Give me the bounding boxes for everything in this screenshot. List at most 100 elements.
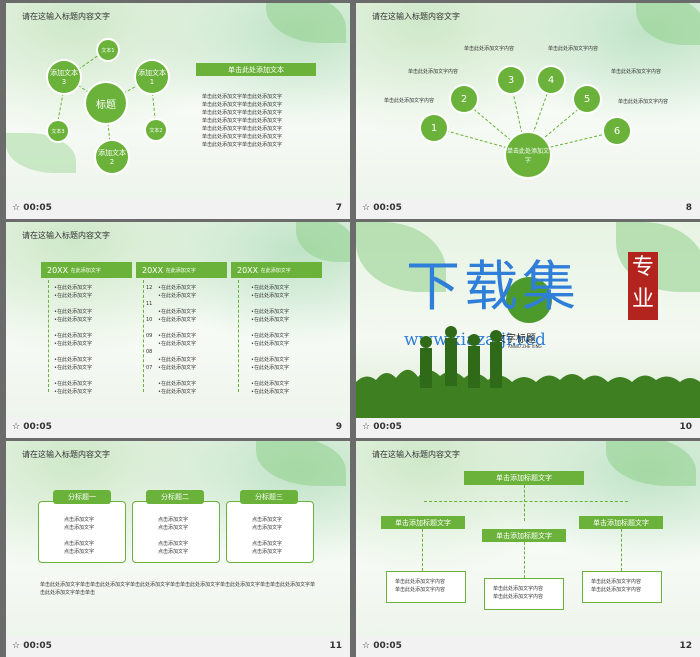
- node-circle[interactable]: 添加文本2: [96, 141, 128, 173]
- connector: [621, 529, 622, 571]
- transition-time: ☆ 00:05: [12, 641, 52, 651]
- thumbnail-footer: ☆ 00:05 9: [6, 418, 350, 438]
- thumbnail-footer: ☆ 00:05 11: [6, 637, 350, 657]
- label-text: 单击此处添加文字内容: [464, 46, 515, 52]
- number-circle-4[interactable]: 4: [538, 67, 564, 93]
- label-text: 单击此处添加文字内容: [548, 46, 599, 52]
- slide-header: 请在这输入标题内容文字: [22, 450, 110, 459]
- slide-thumbnail-12[interactable]: 请在这输入标题内容文字 单击添加标题文字 单击添加标题文字 单击添加标题文字 单…: [356, 441, 700, 657]
- label-text: 单击此处添加文字内容: [408, 69, 459, 75]
- text-line: 单击此处添加文字单击此处添加文字: [202, 102, 283, 108]
- seal-stamp: 专业: [628, 252, 658, 320]
- slide-header: 请在这输入标题内容文字: [22, 231, 110, 240]
- divider: [48, 280, 49, 392]
- column-list: •在此处添加文字 •在此处添加文字 •在此处添加文字 •在此处添加文字 •在此处添加…: [251, 285, 289, 395]
- node-circle[interactable]: 添加文本1: [136, 61, 168, 93]
- node-text: 添加文本2: [98, 149, 126, 166]
- node-text: 文本1: [101, 47, 115, 54]
- label-text: 单击此处添加文字内容: [618, 99, 669, 105]
- slide-canvas: 请在这输入标题内容文字 标题 添加文本3 添加文本1 文本2 添加文本2 文本3…: [6, 3, 350, 199]
- text-line: 单击此处添加文字单击此处添加文字: [202, 126, 283, 132]
- mid-title-box[interactable]: 单击添加标题文字: [482, 529, 566, 542]
- slide-canvas: 请在这输入标题内容文字 1 2 3 4 5 6 单击此处添加文字 单击此处添加文…: [356, 3, 700, 199]
- number-circle-3[interactable]: 3: [498, 67, 524, 93]
- label-text: 单击此处添加文字内容: [611, 69, 662, 75]
- node-circle[interactable]: 文本3: [48, 121, 68, 141]
- connector: [422, 529, 423, 571]
- text-title-bar[interactable]: 单击此处添加文本: [196, 63, 316, 76]
- mid-title-box[interactable]: 单击添加标题文字: [381, 516, 465, 529]
- column-header[interactable]: 20XX 在此添加文字: [41, 262, 132, 278]
- column-header[interactable]: 20XX 在此添加文字: [136, 262, 227, 278]
- slide-thumbnail-8[interactable]: 请在这输入标题内容文字 1 2 3 4 5 6 单击此处添加文字 单击此处添加文…: [356, 3, 700, 219]
- slide-number: 12: [679, 641, 692, 651]
- text-line: 单击此处添加文字单击此处添加文字: [202, 118, 283, 124]
- transition-time: ☆ 00:05: [12, 422, 52, 432]
- divider: [238, 280, 239, 392]
- subtitle-label[interactable]: 分标题一: [53, 490, 111, 504]
- node-circle[interactable]: 文本1: [98, 40, 118, 60]
- node-text: 添加文本1: [138, 69, 166, 86]
- slide-number: 7: [335, 203, 342, 213]
- slide-canvas: 请在这输入标题内容文字 单击添加标题文字 单击添加标题文字 单击添加标题文字 单…: [356, 441, 700, 637]
- slide-thumbnail-7[interactable]: 请在这输入标题内容文字 标题 添加文本3 添加文本1 文本2 添加文本2 文本3…: [6, 3, 350, 219]
- slide-thumbnail-11[interactable]: 请在这输入标题内容文字 分标题一 分标题二 分标题三 点击添加文字 点击添加文字 …: [6, 441, 350, 657]
- number-circle-5[interactable]: 5: [574, 86, 600, 112]
- label-text: 单击此处添加文字内容: [384, 98, 435, 104]
- number-circle-6[interactable]: 6: [604, 118, 630, 144]
- thumbnail-footer: ☆ 00:05 12: [356, 637, 700, 657]
- footer-paragraph: 单击此处添加文字单击单击此处添加文字单击此处添加文字单击单击此处添加文字单击此处…: [40, 582, 316, 596]
- slide-number: 9: [335, 422, 342, 432]
- transition-time: ☆ 00:05: [12, 203, 52, 213]
- column-list: •在此处添加文字 •在此处添加文字 •在此处添加文字 •在此处添加文字 •在此处添加…: [54, 285, 92, 395]
- leaf-box[interactable]: 单击此处添加文字内容 单击此处添加文字内容: [582, 571, 662, 603]
- center-title-text: 标题: [96, 99, 116, 111]
- top-title-box[interactable]: 单击添加标题文字: [464, 471, 584, 485]
- text-line: 单击此处添加文字单击此处添加文字: [202, 142, 283, 148]
- box-text: 点击添加文字 点击添加文字 点击添加文字 点击添加文字: [252, 517, 283, 555]
- row-numbers: 12 11 10 09 08 07: [146, 285, 153, 371]
- center-circle[interactable]: 单击此处添加文字: [506, 133, 550, 177]
- slide-thumbnail-10[interactable]: 下载集 专业 www.xiazaiji.red 文字标题 ANNIU ZHE X…: [356, 222, 700, 438]
- leaf-decoration: [256, 441, 346, 486]
- slide-number: 11: [329, 641, 342, 651]
- connector: [524, 485, 525, 521]
- node-circle[interactable]: 文本2: [146, 120, 166, 140]
- text-line: 单击此处添加文字单击此处添加文字: [202, 110, 283, 116]
- mid-title-box[interactable]: 单击添加标题文字: [579, 516, 663, 529]
- slide-number: 10: [679, 422, 692, 432]
- node-circle[interactable]: 添加文本3: [48, 61, 80, 93]
- subtitle-label[interactable]: 分标题三: [240, 490, 298, 504]
- column-header[interactable]: 20XX 在此添加文字: [231, 262, 322, 278]
- center-title-circle[interactable]: 标题: [86, 83, 126, 123]
- box-text: 点击添加文字 点击添加文字 点击添加文字 点击添加文字: [158, 517, 189, 555]
- thumbnail-footer: ☆ 00:05 7: [6, 199, 350, 219]
- text-line: 单击此处添加文字单击此处添加文字: [202, 94, 283, 100]
- text-title: 单击此处添加文本: [228, 65, 284, 74]
- leaf-decoration: [296, 222, 350, 262]
- slide-thumbnail-9[interactable]: 请在这输入标题内容文字 20XX 在此添加文字 20XX 在此添加文字 20XX…: [6, 222, 350, 438]
- leaf-box[interactable]: 单击此处添加文字内容 单击此处添加文字内容: [386, 571, 466, 603]
- thumbnail-footer: ☆ 00:05 8: [356, 199, 700, 219]
- transition-time: ☆ 00:05: [362, 203, 402, 213]
- subtitle-label[interactable]: 分标题二: [146, 490, 204, 504]
- thumbnail-footer: ☆ 00:05 10: [356, 418, 700, 438]
- watermark-text: 下载集: [406, 255, 580, 318]
- number-circle-1[interactable]: 1: [421, 115, 447, 141]
- slide-canvas: 下载集 专业 www.xiazaiji.red 文字标题 ANNIU ZHE X…: [356, 222, 700, 418]
- divider: [143, 280, 144, 392]
- node-text: 文本2: [149, 127, 163, 134]
- column-list: •在此处添加文字 •在此处添加文字 •在此处添加文字 •在此处添加文字 •在此处添加…: [158, 285, 196, 395]
- box-text: 点击添加文字 点击添加文字 点击添加文字 点击添加文字: [64, 517, 95, 555]
- transition-time: ☆ 00:05: [362, 422, 402, 432]
- text-lines: 单击此处添加文字单击此处添加文字 单击此处添加文字单击此处添加文字 单击此处添加文…: [202, 93, 322, 149]
- transition-time: ☆ 00:05: [362, 641, 402, 651]
- leaf-box[interactable]: 单击此处添加文字内容 单击此处添加文字内容: [484, 578, 564, 610]
- slide-canvas: 请在这输入标题内容文字 分标题一 分标题二 分标题三 点击添加文字 点击添加文字 …: [6, 441, 350, 637]
- connector: [524, 542, 525, 578]
- number-circle-2[interactable]: 2: [451, 86, 477, 112]
- crowd-silhouette: [356, 326, 700, 418]
- text-line: 单击此处添加文字单击此处添加文字: [202, 134, 283, 140]
- node-text: 文本3: [51, 128, 65, 135]
- connector: [424, 501, 628, 502]
